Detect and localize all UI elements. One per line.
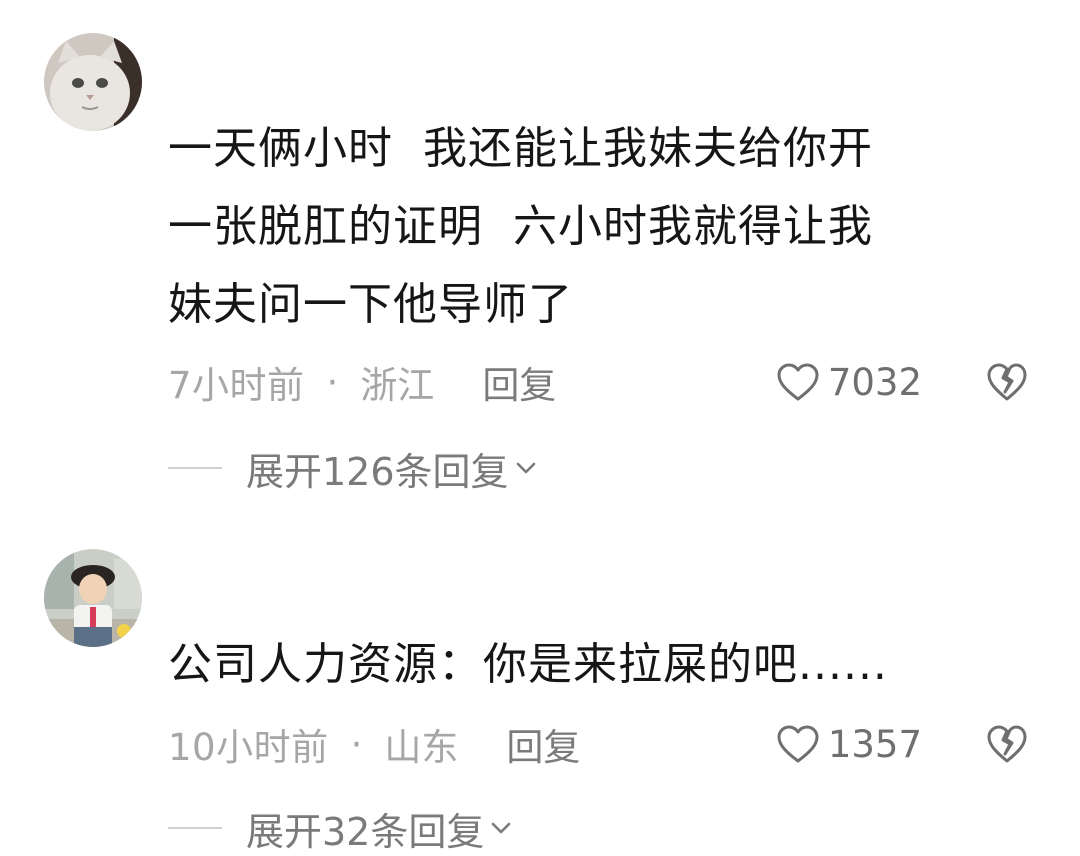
chevron-down-icon (492, 822, 511, 834)
divider-line (168, 827, 222, 829)
comment-item: 公司人力资源：你是来拉屎的吧...... 10小时前 · 山东 回复 1357 … (0, 0, 1080, 854)
user-avatar[interactable] (44, 549, 142, 647)
expand-replies-label: 展开32条回复 (246, 809, 485, 854)
broken-heart-icon[interactable] (986, 724, 1028, 764)
comment-meta: 10小时前 · 山东 回复 1357 (168, 714, 1028, 774)
comment-text: 公司人力资源：你是来拉屎的吧...... (168, 639, 888, 690)
like-count: 1357 (827, 722, 922, 766)
like-button[interactable]: 1357 (776, 723, 922, 766)
child-avatar-icon (44, 549, 142, 647)
heart-outline-icon (777, 725, 819, 763)
meta-separator: · (350, 722, 363, 766)
reply-button[interactable]: 回复 (506, 717, 580, 771)
comment-location: 山东 (384, 726, 459, 769)
comment-time: 10小时前 (168, 726, 329, 769)
